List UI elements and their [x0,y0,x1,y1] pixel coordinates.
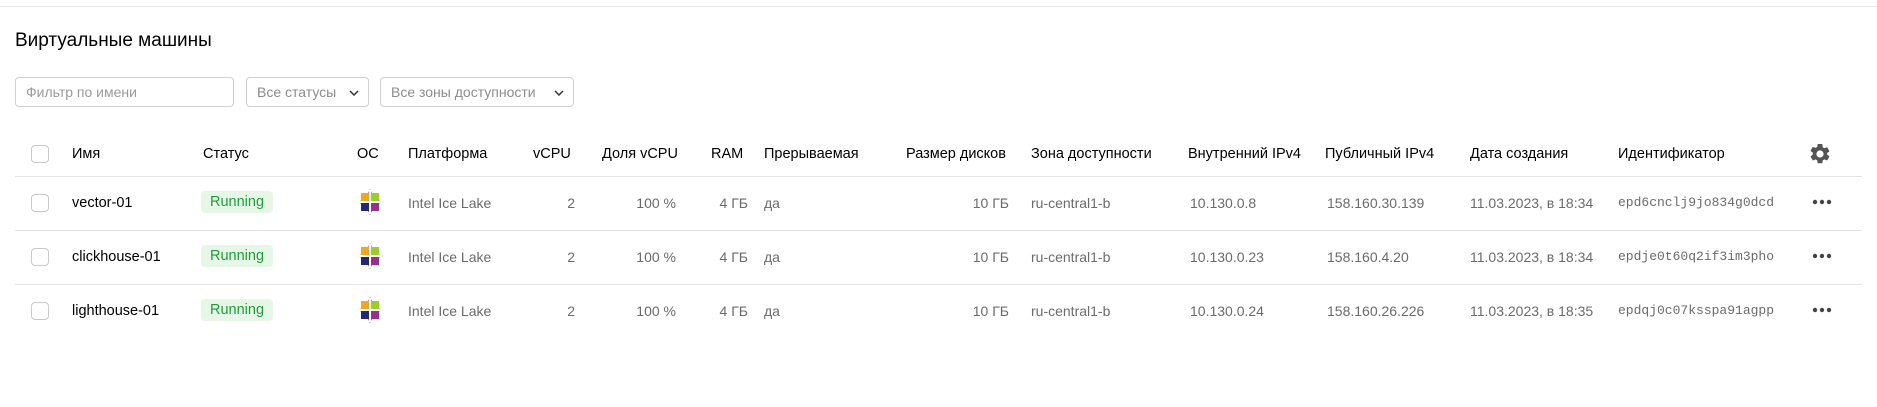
vm-zone: ru-central1-b [1031,249,1111,265]
row-checkbox[interactable] [31,248,49,266]
column-ram[interactable]: RAM [711,146,743,162]
centos-icon [357,243,383,269]
vm-created: 11.03.2023, в 18:34 [1470,249,1594,265]
vm-disk-size: 10 ГБ [972,303,1009,319]
vm-preemptible: да [764,249,780,265]
vm-created: 11.03.2023, в 18:35 [1470,303,1594,319]
gear-icon[interactable] [1808,142,1832,166]
vm-vcpu: 2 [567,249,575,265]
row-checkbox[interactable] [31,302,49,320]
vm-vcpu-share: 100 % [636,195,676,211]
status-filter-select[interactable]: Все статусы [246,77,369,107]
vm-vcpu: 2 [567,195,575,211]
vm-id[interactable]: epd6cnclj9jo834g0dcd [1618,195,1774,210]
page-title: Виртуальные машины [15,30,212,51]
vm-ram: 4 ГБ [719,195,748,211]
column-os[interactable]: ОС [357,146,379,162]
vm-internal-ip: 10.130.0.8 [1190,195,1257,211]
centos-icon [357,189,383,215]
vm-platform: Intel Ice Lake [408,249,492,265]
vm-name[interactable]: clickhouse-01 [72,249,161,265]
status-badge: Running [201,245,274,267]
vm-platform: Intel Ice Lake [408,303,492,319]
vm-id[interactable]: epdje0t60q2if3im3pho [1618,249,1774,264]
column-internal-ip[interactable]: Внутренний IPv4 [1188,146,1301,162]
centos-icon [357,297,383,323]
zone-filter-value: Все зоны доступности [391,84,536,100]
column-disk-size[interactable]: Размер дисков [906,146,1006,162]
vm-vcpu: 2 [567,303,575,319]
vm-public-ip: 158.160.30.139 [1327,195,1425,211]
vm-public-ip: 158.160.26.226 [1327,303,1425,319]
vm-ram: 4 ГБ [719,249,748,265]
vm-disk-size: 10 ГБ [972,195,1009,211]
column-zone[interactable]: Зона доступности [1031,146,1152,162]
vm-internal-ip: 10.130.0.24 [1190,303,1264,319]
table-header: Имя Статус ОС Платформа vCPU Доля vCPU R… [15,132,1862,177]
more-horizontal-icon[interactable] [1810,246,1834,266]
column-vcpu[interactable]: vCPU [533,146,571,162]
status-badge: Running [201,299,274,321]
vm-ram: 4 ГБ [719,303,748,319]
vm-vcpu-share: 100 % [636,249,676,265]
column-name[interactable]: Имя [72,146,100,162]
column-created[interactable]: Дата создания [1470,146,1568,162]
table-row[interactable]: lighthouse-01 Running Intel Ice Lake 2 1… [15,285,1862,338]
vm-internal-ip: 10.130.0.23 [1190,249,1264,265]
column-status[interactable]: Статус [203,146,249,162]
column-platform[interactable]: Платформа [408,146,487,162]
chevron-down-icon [554,90,564,97]
vm-preemptible: да [764,195,780,211]
vm-created: 11.03.2023, в 18:34 [1470,195,1594,211]
table-row[interactable]: vector-01 Running Intel Ice Lake 2 100 %… [15,177,1862,231]
status-badge: Running [201,191,274,213]
name-filter-input[interactable] [15,77,234,107]
vm-preemptible: да [764,303,780,319]
vm-vcpu-share: 100 % [636,303,676,319]
column-vcpu-share[interactable]: Доля vCPU [602,146,678,162]
row-checkbox[interactable] [31,194,49,212]
column-preemptible[interactable]: Прерываемая [764,146,859,162]
select-all-checkbox[interactable] [31,145,49,163]
vm-name[interactable]: vector-01 [72,195,132,211]
vm-zone: ru-central1-b [1031,195,1111,211]
status-filter-value: Все статусы [257,84,337,100]
vm-public-ip: 158.160.4.20 [1327,249,1409,265]
vm-name[interactable]: lighthouse-01 [72,303,159,319]
vm-table: Имя Статус ОС Платформа vCPU Доля vCPU R… [15,132,1862,338]
table-row[interactable]: clickhouse-01 Running Intel Ice Lake 2 1… [15,231,1862,285]
zone-filter-select[interactable]: Все зоны доступности [380,77,574,107]
more-horizontal-icon[interactable] [1810,192,1834,212]
chevron-down-icon [349,90,359,97]
vm-disk-size: 10 ГБ [972,249,1009,265]
column-public-ip[interactable]: Публичный IPv4 [1325,146,1434,162]
vm-id[interactable]: epdqj0c07ksspa91agpp [1618,303,1774,318]
top-divider [0,6,1877,7]
vm-platform: Intel Ice Lake [408,195,492,211]
vm-zone: ru-central1-b [1031,303,1111,319]
more-horizontal-icon[interactable] [1810,300,1834,320]
column-id[interactable]: Идентификатор [1618,146,1725,162]
